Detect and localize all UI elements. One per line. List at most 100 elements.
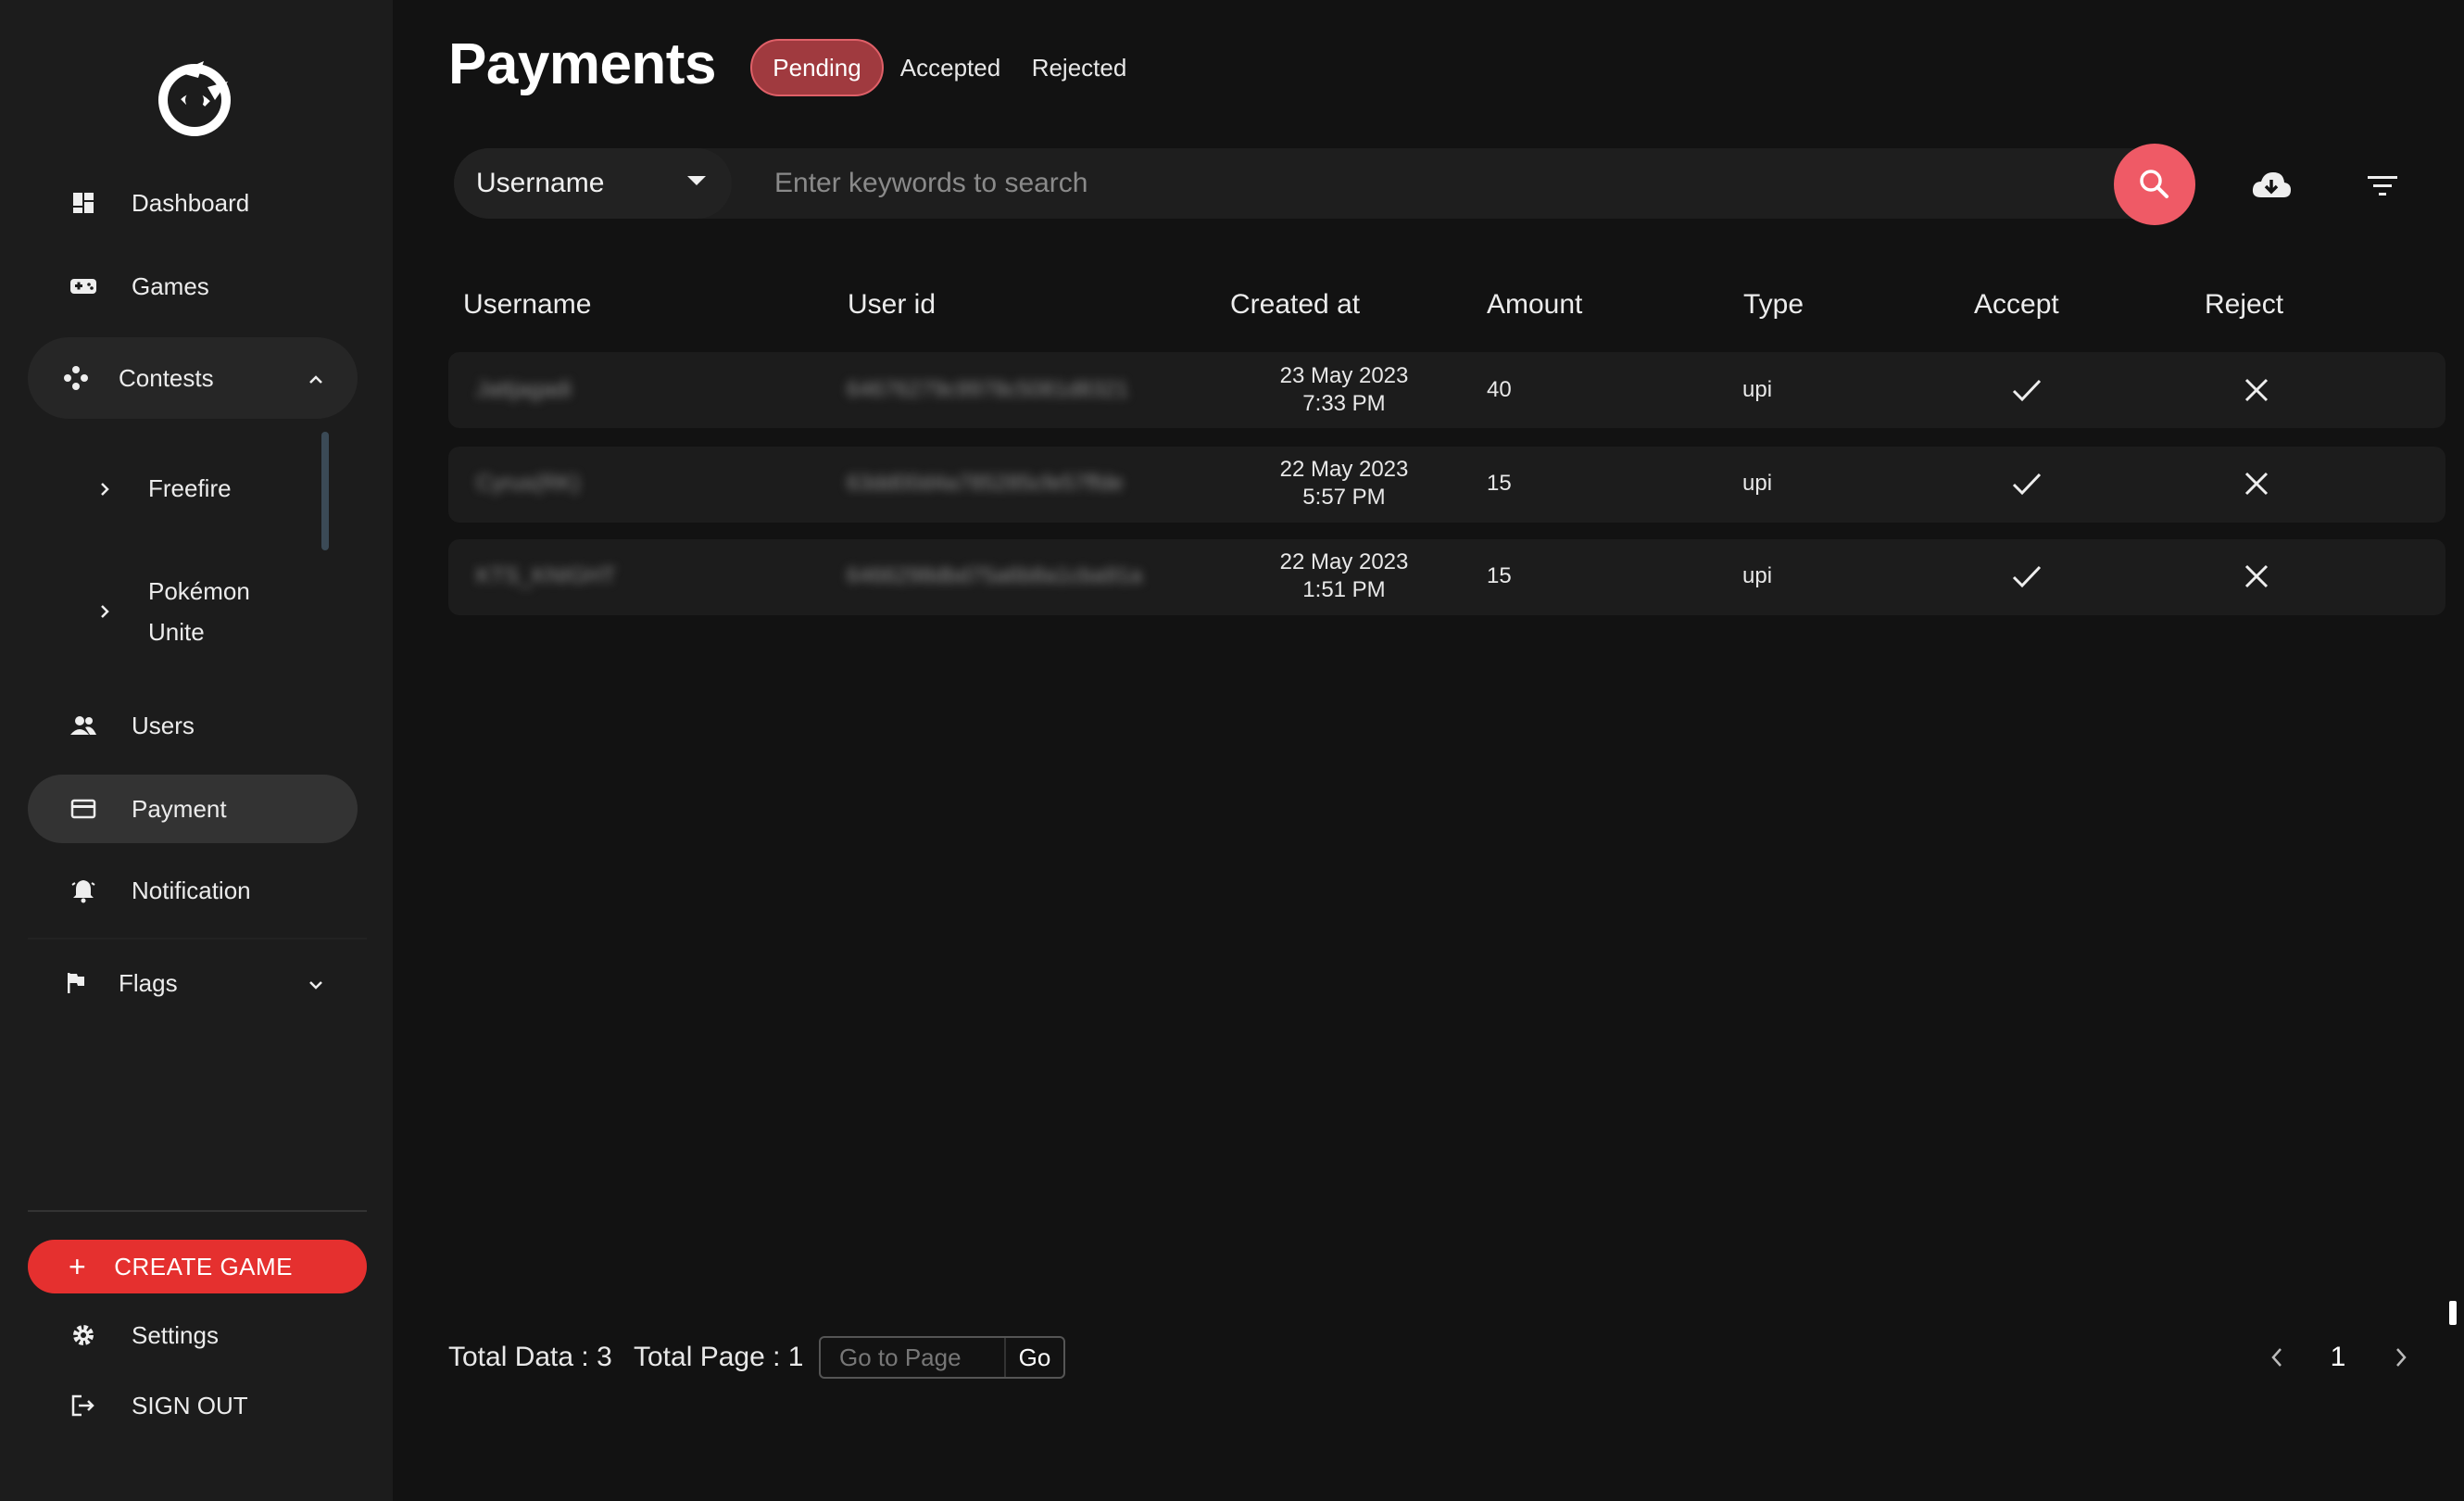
search-input[interactable] [774,154,2108,213]
created-at-cell: 22 May 2023 5:57 PM [1251,456,1437,511]
sidebar-subitem-label: Freefire [148,474,232,502]
sidebar-item-contests[interactable]: Contests [28,337,358,419]
sidebar-subitem-label-line1: Pokémon [148,577,250,605]
submenu-scrollbar[interactable] [321,432,329,550]
filter-icon [2368,176,2397,196]
accept-button[interactable] [2006,370,2047,410]
chevron-down-icon[interactable] [306,973,326,993]
sidebar-item-games[interactable]: Games [28,252,358,321]
page-number[interactable]: 1 [2319,1336,2357,1379]
user-id-cell: 6466298dbd75a6b8a1cba91a [847,563,1142,588]
search-icon [2140,170,2169,198]
reject-button[interactable] [2236,556,2277,597]
column-header-username[interactable]: Username [463,289,591,321]
search-field-selected: Username [476,168,605,198]
close-icon [2244,472,2269,496]
sidebar: Dashboard Games Contests Freefire Pokémo… [0,0,393,1501]
amount-cell: 15 [1487,471,1512,496]
chevron-up-icon[interactable] [306,368,326,388]
created-date: 22 May 2023 [1279,457,1409,482]
contests-icon [57,359,94,397]
username-cell: Jattjagadi [476,377,572,402]
sidebar-item-label: Settings [132,1320,219,1349]
next-page-button[interactable] [2384,1336,2418,1379]
go-button[interactable]: Go [1004,1338,1063,1377]
column-header-user-id[interactable]: User id [848,289,936,321]
sidebar-item-label: Dashboard [132,188,250,217]
dropdown-arrow-icon [687,176,706,185]
app-logo-icon[interactable] [150,54,239,143]
reject-button[interactable] [2236,463,2277,504]
table-row[interactable]: Cyrus(RK) 63dd00d4a785285cfe57ffde 22 Ma… [448,447,2445,523]
chevron-right-icon [2396,1348,2407,1367]
check-icon [2012,379,2042,402]
sidebar-item-flags[interactable]: Flags [28,949,358,1017]
users-icon [65,707,102,744]
chevron-right-icon [93,481,117,498]
amount-cell: 40 [1487,377,1512,402]
page-scrollbar[interactable] [2449,1301,2457,1325]
filter-button[interactable] [2355,158,2410,213]
create-game-button[interactable]: + CREATE GAME [28,1240,367,1293]
reject-button[interactable] [2236,370,2277,410]
accept-button[interactable] [2006,556,2047,597]
sidebar-item-sign-out[interactable]: SIGN OUT [28,1371,358,1440]
sidebar-item-label: Users [132,711,195,739]
username-cell: KTS_KNIGHT [476,563,616,588]
sidebar-item-dashboard[interactable]: Dashboard [28,169,358,237]
username-cell: Cyrus(RK) [476,471,580,496]
close-icon [2244,564,2269,588]
chevron-left-icon [2271,1348,2282,1367]
column-header-amount[interactable]: Amount [1487,289,1582,321]
created-time: 7:33 PM [1302,391,1386,416]
column-header-accept: Accept [1974,289,2059,320]
column-header-created-at[interactable]: Created at [1230,289,1360,321]
gamepad-icon [65,268,102,305]
table-row[interactable]: Jattjagadi 64676279c9978c5081d8321 23 Ma… [448,352,2445,428]
tab-accepted[interactable]: Accepted [899,39,1002,96]
page-title: Payments [448,32,716,96]
flag-icon [57,965,94,1002]
go-to-page-control: Go [819,1336,1065,1379]
create-game-label: CREATE GAME [114,1252,294,1280]
sidebar-item-payment[interactable]: Payment [28,775,358,843]
sidebar-item-label: SIGN OUT [132,1391,248,1419]
created-date: 22 May 2023 [1279,549,1409,574]
tab-pending[interactable]: Pending [750,39,884,96]
user-id-cell: 64676279c9978c5081d8321 [847,377,1129,402]
chevron-right-icon [93,603,117,620]
sidebar-item-label: Notification [132,876,251,904]
credit-card-icon [65,790,102,827]
created-time: 5:57 PM [1302,485,1386,510]
plus-icon: + [69,1250,87,1283]
search-button[interactable] [2114,144,2195,225]
column-header-type[interactable]: Type [1743,289,1804,321]
sidebar-item-label: Contests [119,363,214,392]
cloud-download-icon [2252,172,2291,197]
sidebar-item-label: Games [132,271,209,300]
tab-rejected[interactable]: Rejected [1028,39,1130,96]
sidebar-subitem-pokemon-unite[interactable]: Pokémon Unite [93,571,250,652]
sidebar-item-settings[interactable]: Settings [28,1301,358,1369]
type-cell: upi [1742,377,1773,402]
gear-icon [65,1317,102,1354]
check-icon [2012,565,2042,588]
sidebar-item-label: Flags [119,968,178,997]
check-icon [2012,473,2042,496]
table-row[interactable]: KTS_KNIGHT 6466298dbd75a6b8a1cba91a 22 M… [448,539,2445,615]
search-field-select[interactable]: Username [454,148,732,219]
created-at-cell: 22 May 2023 1:51 PM [1251,549,1437,604]
download-button[interactable] [2244,158,2299,213]
accept-button[interactable] [2006,463,2047,504]
prev-page-button[interactable] [2260,1336,2294,1379]
close-icon [2244,378,2269,402]
total-data: Total Data : 3 [448,1342,612,1372]
type-cell: upi [1742,563,1773,588]
sidebar-item-users[interactable]: Users [28,691,358,760]
dashboard-icon [65,184,102,221]
sidebar-subitem-freefire[interactable]: Freefire [93,474,232,503]
sidebar-item-notification[interactable]: Notification [28,856,358,925]
created-time: 1:51 PM [1302,577,1386,602]
created-at-cell: 23 May 2023 7:33 PM [1251,362,1437,418]
go-to-page-input[interactable] [821,1338,1004,1377]
